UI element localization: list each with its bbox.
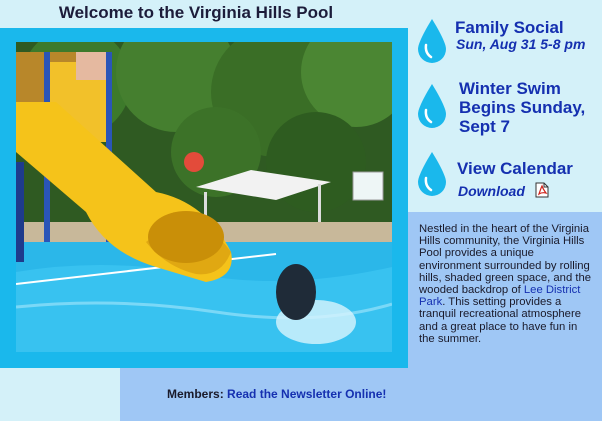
pool-photo-illustration: [16, 42, 392, 352]
description-panel: Nestled in the heart of the Virginia Hil…: [408, 212, 602, 421]
footer-spacer: [0, 368, 120, 421]
newsletter-link[interactable]: Read the Newsletter Online!: [227, 387, 386, 401]
description-text-end: . This setting provides a tranquil recre…: [419, 296, 582, 345]
header-band: Welcome to the Virginia Hills Pool: [0, 0, 408, 28]
view-calendar-link[interactable]: View Calendar: [457, 159, 573, 178]
water-drop-icon: [418, 19, 446, 63]
members-line: Members: Read the Newsletter Online!: [167, 387, 386, 401]
notice-calendar[interactable]: View Calendar Download: [408, 150, 602, 220]
pool-description: Nestled in the heart of the Virginia Hil…: [419, 223, 595, 345]
page-title: Welcome to the Virginia Hills Pool: [58, 3, 334, 22]
notice-subtitle: Sun, Aug 31 5-8 pm: [456, 36, 586, 52]
members-bar: Members: Read the Newsletter Online!: [120, 368, 408, 421]
water-drop-icon: [418, 152, 446, 196]
notice-title[interactable]: Winter Swim Begins Sunday, Sept 7: [459, 79, 599, 136]
pool-photo: [16, 42, 392, 352]
notice-winter-swim[interactable]: Winter Swim Begins Sunday, Sept 7: [408, 70, 602, 140]
notice-title[interactable]: Family Social: [455, 18, 564, 37]
members-label: Members:: [167, 387, 224, 401]
pdf-icon[interactable]: [535, 182, 549, 198]
download-link[interactable]: Download: [458, 183, 525, 199]
notice-family-social[interactable]: Family Social Sun, Aug 31 5-8 pm: [408, 0, 602, 70]
photo-frame: [0, 28, 408, 368]
announcements-panel: Family Social Sun, Aug 31 5-8 pm Winter …: [408, 0, 602, 212]
water-drop-icon: [418, 84, 446, 128]
